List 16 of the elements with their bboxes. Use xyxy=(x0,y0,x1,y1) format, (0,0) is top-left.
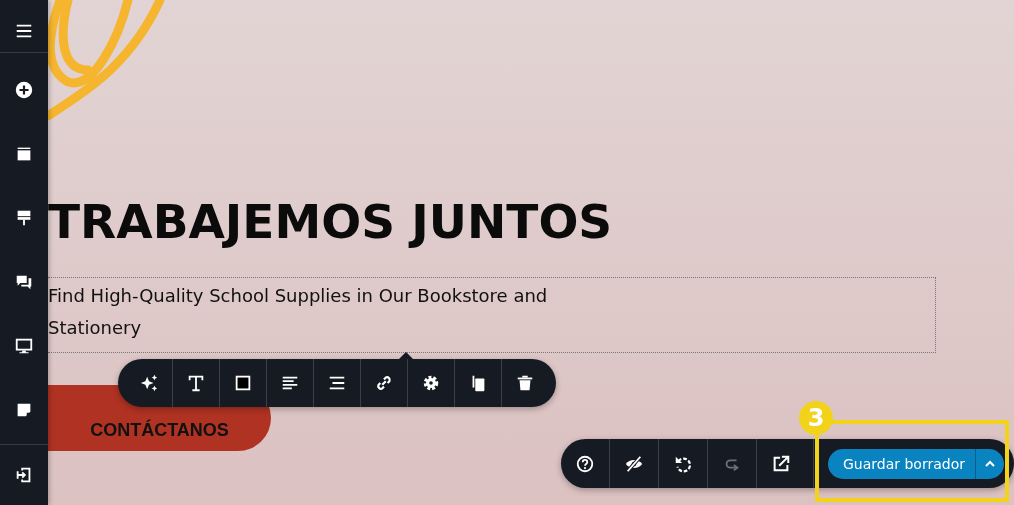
link-icon xyxy=(374,373,394,393)
hidden-eye-icon xyxy=(624,453,644,474)
square-icon xyxy=(233,373,253,393)
add-icon xyxy=(14,80,34,100)
step-number: 3 xyxy=(799,401,833,435)
settings-icon xyxy=(421,373,441,393)
save-draft-button[interactable]: Guardar borrador xyxy=(828,448,975,479)
expand-button[interactable] xyxy=(975,448,1004,479)
monitor-icon xyxy=(14,336,34,356)
text-icon xyxy=(186,373,206,393)
caret-icon xyxy=(985,460,995,467)
external-link-icon xyxy=(771,453,791,474)
help-icon xyxy=(575,453,595,474)
sparkle-icon xyxy=(139,373,159,393)
trash-icon xyxy=(515,373,535,393)
page-heading: TRABAJEMOS JUNTOS xyxy=(48,193,614,251)
